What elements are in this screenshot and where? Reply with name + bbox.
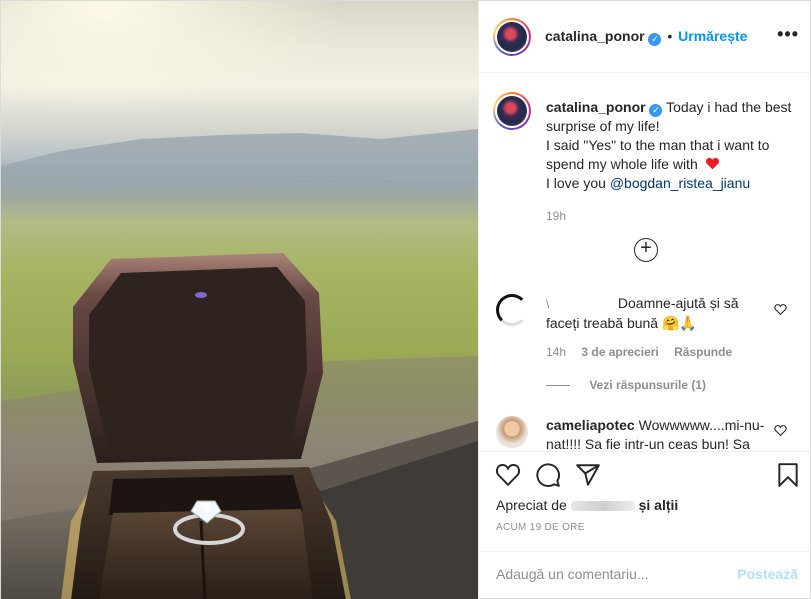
share-send-icon[interactable]: [575, 462, 601, 488]
replies-divider: [546, 385, 570, 387]
caption-line-3: I said "Yes" to the man that i want to: [546, 137, 770, 153]
comment-body: cameliapotec Wowwwww....mi-nu- nat!!!! S…: [546, 416, 766, 451]
post-timestamp: ACUM 19 DE ORE: [496, 522, 585, 533]
caption-author-username[interactable]: catalina_ponor: [546, 99, 646, 115]
post-photo[interactable]: [1, 1, 478, 599]
load-more-comments-icon[interactable]: +: [634, 238, 658, 262]
comment-likes-count[interactable]: 3 de aprecieri: [581, 345, 658, 359]
comment-text-line-2: faceți treabă bună 🤗🙏: [546, 315, 697, 331]
post-actions: Apreciat de și alții ACUM 19 DE ORE: [479, 451, 811, 551]
header-meta: catalina_ponor ✓ • Urmărește: [545, 28, 747, 46]
follow-button[interactable]: Urmărește: [678, 28, 747, 44]
comments-section: catalina_ponor ✓ Today i had the best su…: [479, 74, 811, 451]
post-comment-button[interactable]: Postează: [737, 566, 798, 582]
caption-timestamp: 19h: [546, 209, 567, 223]
comment-meta: 14h 3 de aprecieri Răspunde: [546, 345, 744, 359]
verified-badge-icon: ✓: [648, 33, 662, 46]
comment-text-line-1: Doamne-ajută și să: [617, 295, 739, 311]
comment-time: 14h: [546, 345, 567, 359]
comment-text-line-2: nat!!!! Sa fie intr-un ceas bun! Sa: [546, 436, 750, 451]
caption-line-2: surprise of my life!: [546, 118, 660, 134]
commenter-avatar[interactable]: [496, 294, 528, 326]
save-bookmark-icon[interactable]: [775, 462, 801, 488]
liked-by-user-redacted[interactable]: [570, 501, 635, 512]
comment-text-line-1: Wowwwww....mi-nu-: [638, 417, 765, 433]
caption-author-avatar[interactable]: [493, 92, 531, 130]
caption-line-4: spend my whole life with: [546, 156, 698, 172]
verified-badge-icon: ✓: [649, 104, 663, 117]
liked-by-prefix: Apreciat de: [496, 497, 567, 513]
red-heart-icon: [705, 157, 719, 170]
separator-dot: •: [667, 28, 673, 44]
post-header: catalina_ponor ✓ • Urmărește •••: [479, 1, 811, 73]
comment-username[interactable]: \: [546, 297, 549, 311]
comment-input[interactable]: Adaugă un comentariu...: [496, 566, 649, 582]
view-replies-button[interactable]: Vezi răspunsurile (1): [546, 378, 706, 392]
more-dots-icon[interactable]: •••: [777, 25, 799, 43]
comment-body: \ Doamne-ajută și să faceți treabă bună …: [546, 294, 766, 333]
add-comment-form: Adaugă un comentariu... Postează: [479, 551, 811, 599]
caption-line-1: Today i had the best: [666, 99, 792, 115]
author-username[interactable]: catalina_ponor: [545, 28, 645, 44]
instagram-post-view: catalina_ponor ✓ • Urmărește ••• catalin…: [0, 0, 811, 599]
reply-button[interactable]: Răspunde: [674, 345, 732, 359]
likes-summary[interactable]: Apreciat de și alții: [496, 497, 678, 513]
post-sidebar: catalina_ponor ✓ • Urmărește ••• catalin…: [478, 1, 811, 599]
caption-line-5: I love you: [546, 175, 606, 191]
like-heart-icon[interactable]: [495, 462, 521, 488]
author-avatar[interactable]: [493, 18, 531, 56]
comment-bubble-icon[interactable]: [535, 462, 561, 488]
commenter-avatar[interactable]: [496, 416, 528, 448]
comment-like-heart-icon[interactable]: [774, 424, 787, 437]
comment-like-heart-icon[interactable]: [774, 303, 787, 316]
liked-by-others[interactable]: și alții: [639, 497, 679, 513]
view-replies-label: Vezi răspunsurile (1): [589, 378, 707, 392]
caption-mention-link[interactable]: @bogdan_ristea_jianu: [610, 175, 750, 191]
post-caption: catalina_ponor ✓ Today i had the best su…: [546, 98, 801, 226]
ring-box-illustration: [1, 1, 478, 599]
comment-username[interactable]: cameliapotec: [546, 417, 635, 433]
